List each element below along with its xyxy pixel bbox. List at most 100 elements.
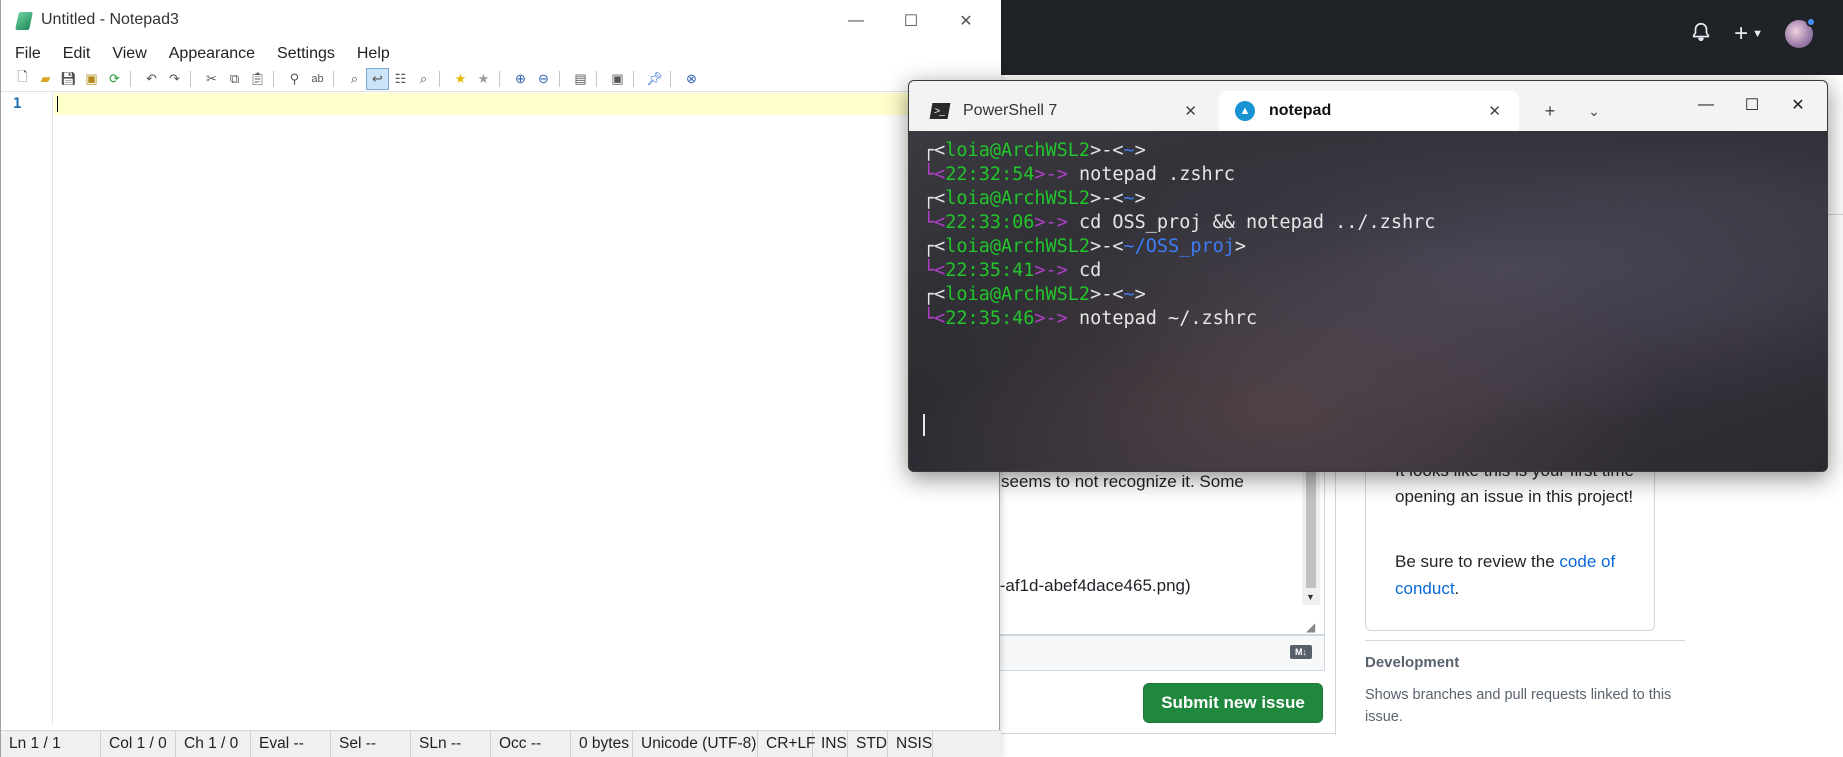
create-new-menu-button[interactable]: + ▼ xyxy=(1734,20,1763,48)
undo-icon[interactable]: ↶ xyxy=(140,68,163,90)
prompt-user: loia@ArchWSL2 xyxy=(945,188,1091,209)
add-favorite-icon[interactable]: ★ xyxy=(449,68,472,90)
textarea-scrollbar-thumb[interactable] xyxy=(1306,470,1316,588)
status-item[interactable]: Ln 1 / 1 xyxy=(1,730,101,757)
prompt-arrow: >-> xyxy=(1034,164,1079,185)
terminal-line: └<22:35:46>-> notepad ~/.zshrc xyxy=(923,307,1435,331)
paste-icon[interactable]: 📋︎ xyxy=(246,68,269,90)
copy-icon[interactable]: ⧉ xyxy=(223,68,246,90)
tab-notepad[interactable]: ▲ notepad ✕ xyxy=(1219,91,1519,131)
close-button[interactable]: ✕ xyxy=(946,8,986,34)
menu-view[interactable]: View xyxy=(112,45,146,63)
maximize-button[interactable]: ☐ xyxy=(1729,89,1775,121)
command-text: cd xyxy=(1078,260,1102,281)
status-item[interactable]: Occ -- xyxy=(491,730,571,757)
status-item[interactable]: Sel -- xyxy=(331,730,411,757)
toolbar-separator xyxy=(190,70,196,87)
cut-icon[interactable]: ✂ xyxy=(200,68,223,90)
maximize-button[interactable]: ☐ xyxy=(891,8,931,34)
tab-powershell[interactable]: >_ PowerShell 7 ✕ xyxy=(915,91,1215,131)
scheme-icon[interactable]: ▤ xyxy=(569,68,592,90)
zoom-in-icon[interactable]: ⊕ xyxy=(509,68,532,90)
new-file-icon[interactable]: 🗋 xyxy=(11,68,34,90)
markdown-icon[interactable]: M↓ xyxy=(1290,645,1312,659)
powershell-icon: >_ xyxy=(929,103,951,119)
menu-settings[interactable]: Settings xyxy=(277,45,335,63)
menu-bar: File Edit View Appearance Settings Help xyxy=(1,42,1001,66)
toolbar-separator xyxy=(273,70,279,87)
prompt-dir: ~ xyxy=(1123,284,1135,305)
tab-bar[interactable]: >_ PowerShell 7 ✕ ▲ notepad ✕ + ⌄ — ☐ ✕ xyxy=(909,81,1827,131)
minimize-button[interactable]: — xyxy=(836,8,876,34)
menu-edit[interactable]: Edit xyxy=(63,45,91,63)
zoom-out-icon[interactable]: ⊖ xyxy=(532,68,555,90)
new-tab-button[interactable]: + xyxy=(1532,93,1568,129)
find-icon[interactable]: ⚲ xyxy=(283,68,306,90)
redo-icon[interactable]: ↷ xyxy=(163,68,186,90)
tab-dropdown-button[interactable]: ⌄ xyxy=(1576,93,1612,129)
menu-appearance[interactable]: Appearance xyxy=(169,45,255,63)
toolbar-separator xyxy=(439,70,445,87)
toolbar-separator xyxy=(670,70,676,87)
toolbar-separator xyxy=(633,70,639,87)
status-item[interactable]: INS xyxy=(813,730,848,757)
prompt-user: loia@ArchWSL2 xyxy=(945,236,1091,257)
title-bar[interactable]: Untitled - Notepad3 — ☐ ✕ xyxy=(1,0,1001,42)
status-item[interactable]: CR+LF xyxy=(758,730,816,757)
terminal-text: ┌<loia@ArchWSL2>-<~> └<22:32:54>-> notepa… xyxy=(923,139,1435,331)
menu-file[interactable]: File xyxy=(15,45,41,63)
scroll-down-arrow-icon[interactable]: ▼ xyxy=(1306,592,1315,602)
prompt-bracket: └< xyxy=(923,260,946,281)
open-folder-icon[interactable]: ▰ xyxy=(34,68,57,90)
development-description: Shows branches and pull requests linked … xyxy=(1365,687,1672,725)
goto-icon[interactable]: ⌕ xyxy=(343,68,366,90)
notification-bell-icon[interactable] xyxy=(1690,21,1712,48)
status-item[interactable]: 0 bytes xyxy=(571,730,633,757)
prompt-bracket: ┌< xyxy=(923,236,946,257)
replace-icon[interactable]: ab xyxy=(306,68,329,90)
save-icon[interactable]: 💾︎ xyxy=(57,68,80,90)
notification-dot-icon xyxy=(1806,17,1816,27)
divider xyxy=(1335,465,1336,735)
divider xyxy=(1365,640,1685,641)
terminal-line: └<22:33:06>-> cd OSS_proj && notepad ../… xyxy=(923,211,1435,235)
status-item[interactable]: Unicode (UTF-8) xyxy=(633,730,758,757)
minimize-button[interactable]: — xyxy=(1683,89,1729,121)
pin-icon[interactable]: 📌︎ xyxy=(643,68,666,90)
resize-handle-icon[interactable]: ◢ xyxy=(1306,620,1315,634)
reload-icon[interactable]: ⟳ xyxy=(103,68,126,90)
status-item[interactable]: NSIS xyxy=(888,730,933,757)
prompt-bracket: > xyxy=(1134,284,1146,305)
exit-icon[interactable]: ⊗ xyxy=(680,68,703,90)
menu-help[interactable]: Help xyxy=(357,45,390,63)
close-button[interactable]: ✕ xyxy=(1775,89,1821,121)
prompt-bracket: └< xyxy=(923,164,946,185)
prompt-bracket: > xyxy=(1134,140,1146,161)
toolbar-separator xyxy=(596,70,602,87)
prompt-time: 22:35:41 xyxy=(945,260,1035,281)
zoom-find-icon[interactable]: ⌕ xyxy=(412,68,435,90)
chevron-down-icon: ▼ xyxy=(1752,28,1763,40)
current-line-highlight[interactable] xyxy=(54,93,1001,115)
notepad3-logo-icon xyxy=(15,12,33,30)
save-as-icon[interactable]: ▣ xyxy=(80,68,103,90)
submit-new-issue-button[interactable]: Submit new issue xyxy=(1143,683,1323,723)
close-icon[interactable]: ✕ xyxy=(1488,102,1501,120)
close-icon[interactable]: ✕ xyxy=(1184,102,1197,120)
status-item[interactable]: SLn -- xyxy=(411,730,491,757)
prompt-arrow: >-> xyxy=(1034,308,1079,329)
code-of-conduct-suffix: . xyxy=(1454,579,1460,598)
status-item[interactable]: Ch 1 / 0 xyxy=(176,730,251,757)
prompt-arrow: >-> xyxy=(1034,212,1079,233)
status-item[interactable]: Eval -- xyxy=(251,730,331,757)
prompt-bracket: > xyxy=(1134,188,1146,209)
prompt-separator: >-< xyxy=(1090,188,1124,209)
status-item[interactable]: STD xyxy=(848,730,888,757)
status-bar: Ln 1 / 1 Col 1 / 0 Ch 1 / 0 Eval -- Sel -- SL… xyxy=(1,730,1001,757)
status-item[interactable]: Col 1 / 0 xyxy=(101,730,176,757)
focus-view-icon[interactable]: ☷ xyxy=(389,68,412,90)
favorites-icon[interactable]: ★ xyxy=(472,68,495,90)
word-wrap-icon[interactable]: ↩ xyxy=(366,67,389,90)
customize-icon[interactable]: ▣ xyxy=(606,68,629,90)
avatar[interactable] xyxy=(1785,17,1816,48)
